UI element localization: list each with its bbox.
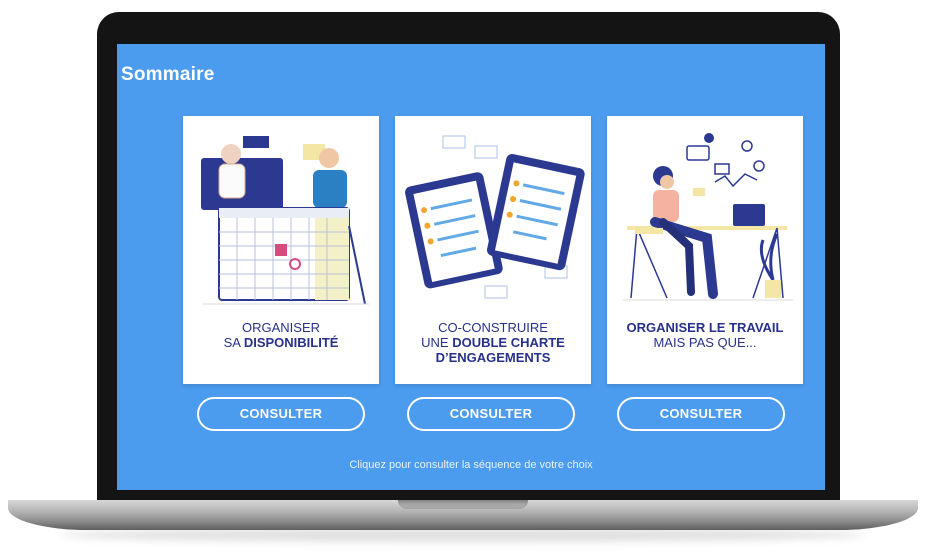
card-disponibilite[interactable]: ORGANISER SA DISPONIBILITÉ: [183, 116, 379, 384]
card-caption: ORGANISER SA DISPONIBILITÉ: [223, 320, 339, 350]
laptop-mockup: Sommaire ORGANISER SA DISPONIBILITÉ CO-C…: [0, 0, 926, 554]
laptop-notch: [398, 500, 528, 509]
calendar-illustration: [201, 136, 369, 305]
footer-hint: Cliquez pour consulter la séquence de vo…: [349, 459, 593, 471]
documents-illustration: [405, 135, 585, 299]
workspace-illustration: [623, 133, 793, 301]
consulter-button-disponibilite[interactable]: CONSULTER: [197, 397, 365, 431]
card-double-charte[interactable]: CO-CONSTRUIRE UNE DOUBLE CHARTE D’ENGAGE…: [395, 116, 591, 384]
card-caption: ORGANISER LE TRAVAIL MAIS PAS QUE...: [626, 320, 784, 350]
card-organiser-travail[interactable]: ORGANISER LE TRAVAIL MAIS PAS QUE...: [607, 116, 803, 384]
laptop-shadow: [60, 528, 866, 542]
consulter-button-charte[interactable]: CONSULTER: [407, 397, 575, 431]
consulter-button-travail[interactable]: CONSULTER: [617, 397, 785, 431]
page-title: Sommaire: [121, 64, 215, 85]
screen: Sommaire ORGANISER SA DISPONIBILITÉ CO-C…: [117, 44, 825, 490]
card-caption: CO-CONSTRUIRE UNE DOUBLE CHARTE D’ENGAGE…: [421, 320, 565, 365]
